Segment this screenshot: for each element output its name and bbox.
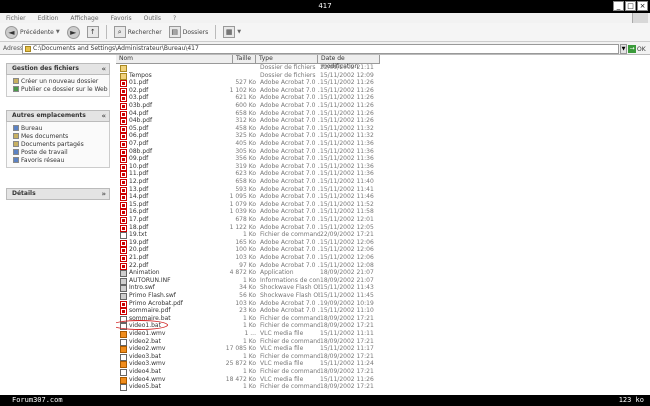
collapse-chevron-icon[interactable]: « — [101, 111, 106, 121]
window-controls: _ □ × — [613, 1, 648, 11]
column-name[interactable]: Nom — [116, 55, 233, 64]
back-label: Précédente — [20, 28, 54, 36]
folders-button[interactable]: ▤ Dossiers — [167, 25, 211, 40]
place-network[interactable]: Favoris réseau — [7, 156, 109, 164]
file-tasks-title: Gestion des fichiers — [12, 65, 79, 72]
maximize-button[interactable]: □ — [625, 1, 636, 11]
file-tasks-header[interactable]: Gestion des fichiers « — [6, 63, 110, 75]
search-button[interactable]: ⌕ Rechercher — [112, 25, 164, 40]
file-tasks-panel: Gestion des fichiers « Créer un nouveau … — [6, 63, 110, 97]
folder-icon — [25, 46, 31, 52]
desktop-icon — [13, 125, 19, 131]
menu-edit[interactable]: Edition — [38, 15, 59, 22]
file-name: video5.bat — [129, 383, 161, 391]
views-button[interactable]: ▦ ▼ — [221, 25, 243, 40]
windows-logo-icon — [632, 13, 648, 23]
details-title: Détails — [12, 190, 36, 197]
toolbar: ◄ Précédente ▼ ► ↑ ⌕ Rechercher ▤ Dossie… — [0, 23, 650, 42]
file-size: 1 Ko — [242, 383, 256, 391]
forward-button[interactable]: ► — [65, 25, 82, 40]
txt-file-icon — [120, 384, 127, 392]
address-dropdown-icon[interactable]: ▼ — [620, 44, 627, 54]
address-bar: Adresse C:\Documents and Settings\Admini… — [0, 42, 650, 55]
file-row[interactable]: video5.bat 1 Ko Fichier de commandes18/09/… — [116, 383, 386, 392]
status-right: 123 ko — [618, 396, 644, 404]
other-places-panel: Autres emplacements « Bureau Mes documen… — [6, 110, 110, 168]
title-bar: 417 _ □ × — [0, 0, 650, 13]
close-button[interactable]: × — [637, 1, 648, 11]
network-icon — [13, 157, 19, 163]
place-my-computer[interactable]: Poste de travail — [7, 148, 109, 156]
window-title: 417 — [318, 2, 332, 10]
up-folder-icon: ↑ — [86, 26, 99, 38]
my-documents-icon — [13, 133, 19, 139]
search-icon: ⌕ — [113, 26, 126, 38]
go-button[interactable]: → OK — [628, 44, 648, 54]
shared-documents-icon — [13, 141, 19, 147]
status-bar: Forum307.com 123 ko — [0, 395, 650, 406]
search-label: Rechercher — [127, 28, 162, 36]
task-new-folder[interactable]: Créer un nouveau dossier — [7, 77, 109, 85]
details-header[interactable]: Détails » — [6, 188, 110, 200]
address-path: C:\Documents and Settings\Administrateur… — [33, 45, 199, 52]
other-places-header[interactable]: Autres emplacements « — [6, 110, 110, 122]
menu-view[interactable]: Affichage — [70, 15, 98, 22]
forward-arrow-icon: ► — [66, 25, 80, 39]
views-icon: ▦ — [223, 26, 236, 38]
publish-web-icon — [13, 86, 19, 92]
go-label: OK — [637, 45, 646, 53]
address-input[interactable]: C:\Documents and Settings\Administrateur… — [22, 44, 619, 54]
details-panel: Détails » — [6, 188, 110, 200]
column-headers: Nom Taille Type Date de modification — [116, 55, 650, 70]
go-arrow-icon: → — [628, 45, 636, 53]
column-type[interactable]: Type — [256, 55, 318, 64]
column-size[interactable]: Taille — [233, 55, 256, 64]
views-dropdown-icon: ▼ — [237, 29, 242, 35]
file-list: Nom Taille Type Date de modification Dos… — [116, 55, 650, 395]
back-arrow-icon: ◄ — [5, 25, 18, 39]
up-folder-button[interactable]: ↑ — [85, 25, 101, 40]
task-pane: Gestion des fichiers « Créer un nouveau … — [0, 55, 116, 395]
collapse-chevron-icon[interactable]: « — [101, 64, 106, 74]
toolbar-separator — [105, 25, 107, 39]
file-date: 18/09/2002 17:21 — [320, 383, 374, 391]
menu-bar: Fichier Edition Affichage Favoris Outils… — [0, 13, 650, 23]
place-shared-documents[interactable]: Documents partagés — [7, 140, 109, 148]
menu-help[interactable]: ? — [173, 15, 176, 22]
minimize-button[interactable]: _ — [613, 1, 624, 11]
place-desktop[interactable]: Bureau — [7, 124, 109, 132]
folders-icon: ▤ — [168, 26, 181, 38]
place-my-documents[interactable]: Mes documents — [7, 132, 109, 140]
file-type: Fichier de commandes — [260, 383, 320, 391]
status-left: Forum307.com — [12, 396, 63, 404]
task-publish-web[interactable]: Publier ce dossier sur le Web — [7, 85, 109, 93]
menu-tools[interactable]: Outils — [144, 15, 161, 22]
menu-favorites[interactable]: Favoris — [111, 15, 132, 22]
expand-chevron-icon[interactable]: » — [101, 189, 106, 199]
toolbar-separator — [215, 25, 217, 39]
column-date[interactable]: Date de modification — [318, 55, 380, 70]
my-computer-icon — [13, 149, 19, 155]
menu-file[interactable]: Fichier — [6, 15, 26, 22]
other-places-title: Autres emplacements — [12, 112, 86, 119]
folders-label: Dossiers — [182, 28, 209, 36]
back-dropdown-icon[interactable]: ▼ — [56, 29, 60, 35]
back-button[interactable]: ◄ Précédente ▼ — [3, 25, 62, 40]
new-folder-icon — [13, 78, 19, 84]
